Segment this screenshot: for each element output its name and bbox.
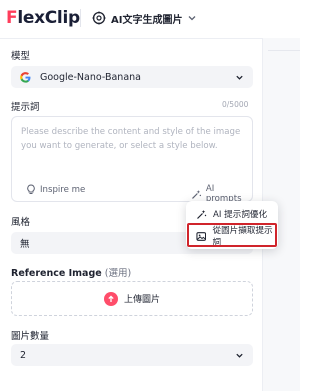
chevron-down-icon bbox=[189, 16, 196, 21]
image-count-value: 2 bbox=[20, 349, 27, 361]
chevron-down-icon bbox=[236, 75, 243, 80]
image-count-select[interactable]: 2 bbox=[11, 344, 253, 366]
tool-selector-label: AI文字生成圖片 bbox=[111, 14, 183, 26]
reference-image-optional: (選用) bbox=[104, 268, 132, 279]
top-bar: FlexClip AI文字生成圖片 bbox=[0, 0, 300, 38]
model-label: 模型 bbox=[11, 51, 31, 62]
header-divider bbox=[80, 9, 81, 27]
google-icon bbox=[20, 71, 31, 83]
chevron-down-icon bbox=[236, 353, 243, 358]
tool-selector[interactable]: AI文字生成圖片 bbox=[92, 8, 197, 28]
upload-icon bbox=[103, 291, 118, 306]
style-label: 風格 bbox=[11, 217, 31, 228]
flexclip-logo[interactable]: FlexClip bbox=[6, 7, 80, 29]
menu-item-ai-prompt-optimize[interactable]: AI 提示詞優化 bbox=[186, 204, 278, 224]
lightbulb-icon bbox=[27, 184, 35, 194]
ai-image-icon bbox=[92, 11, 106, 25]
inspire-me-label: Inspire me bbox=[40, 184, 86, 195]
model-select-value: Google-Nano-Banana bbox=[40, 71, 141, 83]
magic-wand-icon bbox=[192, 189, 202, 199]
upload-image-label: 上傳圖片 bbox=[123, 295, 160, 305]
logo-text: FlexClip bbox=[6, 8, 80, 28]
reference-image-label: Reference Image (選用) bbox=[11, 265, 131, 279]
inspire-me-button[interactable]: Inspire me bbox=[26, 184, 85, 195]
prompt-label: 提示詞 bbox=[11, 102, 40, 113]
style-select-value: 無 bbox=[20, 239, 30, 250]
image-count-label: 圖片數量 bbox=[11, 331, 50, 342]
prompt-textarea[interactable]: Please describe the content and style of… bbox=[11, 116, 253, 204]
right-panel-divider bbox=[268, 50, 300, 51]
upload-image-dropzone[interactable]: 上傳圖片 bbox=[11, 281, 253, 316]
reference-image-title: Reference Image bbox=[11, 268, 102, 279]
magic-wand-icon bbox=[197, 209, 207, 219]
highlight-box bbox=[187, 223, 277, 247]
panel-divider bbox=[0, 38, 262, 39]
model-select[interactable]: Google-Nano-Banana bbox=[11, 66, 253, 88]
prompt-char-counter: 0/5000 bbox=[222, 100, 249, 109]
menu-item-label: AI 提示詞優化 bbox=[213, 210, 268, 220]
prompt-placeholder: Please describe the content and style of… bbox=[21, 127, 241, 151]
